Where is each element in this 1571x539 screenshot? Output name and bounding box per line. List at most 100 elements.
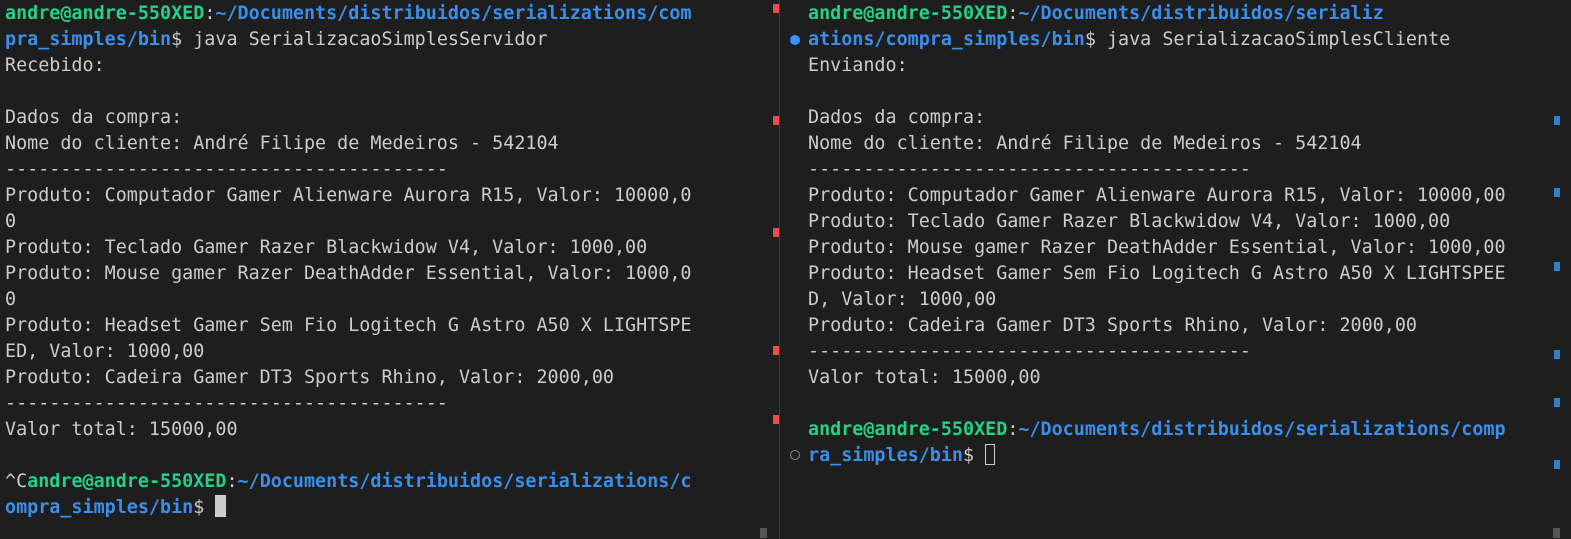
output-text: Produto: Cadeira Gamer DT3 Sports Rhino,… [808, 315, 1417, 336]
terminal-line: D, Valor: 1000,00 [808, 287, 1506, 313]
output-text: ---------------------------------------- [808, 341, 1251, 362]
terminal-line: Nome do cliente: André Filipe de Medeiro… [808, 131, 1506, 157]
output-text: ---------------------------------------- [5, 159, 448, 180]
terminal-line: ---------------------------------------- [5, 157, 692, 183]
output-text: Nome do cliente: André Filipe de Medeiro… [808, 133, 1362, 154]
output-text: Nome do cliente: André Filipe de Medeiro… [5, 133, 559, 154]
prompt-path: ations/compra_simples/bin [808, 29, 1085, 50]
info-marker [1554, 460, 1560, 469]
terminal-line: ---------------------------------------- [808, 157, 1506, 183]
terminal-line: ---------------------------------------- [808, 339, 1506, 365]
output-text: Produto: Mouse gamer Razer DeathAdder Es… [808, 237, 1506, 258]
info-marker [1554, 116, 1560, 125]
prompt-separator: : [204, 3, 216, 24]
info-marker [1554, 350, 1560, 359]
scrollbar-thumb[interactable] [760, 528, 767, 538]
output-text: Enviando: [808, 55, 908, 76]
pane-gutter [760, 0, 780, 539]
terminal-line: ---------------------------------------- [5, 391, 692, 417]
output-text: D, Valor: 1000,00 [808, 289, 997, 310]
prompt-path: ~/Documents/distribuidos/serializations/… [215, 3, 692, 24]
prompt-path: pra_simples/bin [5, 29, 172, 50]
prompt-user: andre@andre-550XED [5, 3, 205, 24]
terminal-line: Produto: Headset Gamer Sem Fio Logitech … [808, 261, 1506, 287]
terminal-line: Dados da compra: [5, 105, 692, 131]
output-text: Produto: Teclado Gamer Razer Blackwidow … [808, 211, 1451, 232]
output-text: ---------------------------------------- [5, 393, 448, 414]
terminal-line: Produto: Computador Gamer Alienware Auro… [5, 183, 692, 209]
terminal-line: 0 [5, 209, 692, 235]
terminal-line: Produto: Teclado Gamer Razer Blackwidow … [5, 235, 692, 261]
info-marker [1554, 398, 1560, 407]
terminal-cursor [985, 444, 996, 465]
info-marker [1554, 262, 1560, 271]
info-marker [1554, 188, 1560, 197]
terminal-line: ra_simples/bin$ [808, 443, 1506, 469]
output-text: Dados da compra: [808, 107, 986, 128]
terminal-line: Produto: Headset Gamer Sem Fio Logitech … [5, 313, 692, 339]
command-text: $ [193, 497, 216, 518]
terminal-line: Recebido: [5, 53, 692, 79]
prompt-path: ~/Documents/distribuidos/serializations/… [1018, 419, 1506, 440]
interrupt-text: ^C [5, 471, 28, 492]
output-text: Produto: Cadeira Gamer DT3 Sports Rhino,… [5, 367, 614, 388]
output-text: Produto: Computador Gamer Alienware Auro… [5, 185, 692, 206]
terminal-line: pra_simples/bin$ java SerializacaoSimple… [5, 27, 692, 53]
terminal-line: andre@andre-550XED:~/Documents/distribui… [808, 1, 1506, 27]
output-text: Produto: Mouse gamer Razer DeathAdder Es… [5, 263, 692, 284]
terminal-line: andre@andre-550XED:~/Documents/distribui… [808, 417, 1506, 443]
prompt-separator: : [1007, 3, 1019, 24]
circle-filled-icon[interactable] [790, 35, 800, 45]
output-text: Produto: Computador Gamer Alienware Auro… [808, 185, 1506, 206]
prompt-path: ~/Documents/distribuidos/serializ [1018, 3, 1384, 24]
terminal-line: Produto: Cadeira Gamer DT3 Sports Rhino,… [5, 365, 692, 391]
terminal-line: Produto: Cadeira Gamer DT3 Sports Rhino,… [808, 313, 1506, 339]
prompt-user: andre@andre-550XED [27, 471, 227, 492]
left-terminal-pane[interactable]: andre@andre-550XED:~/Documents/distribui… [0, 0, 760, 539]
right-terminal-pane[interactable]: andre@andre-550XED:~/Documents/distribui… [780, 0, 1560, 539]
prompt-path: ra_simples/bin [808, 445, 964, 466]
terminal-line: 0 [5, 287, 692, 313]
terminal-line: Valor total: 15000,00 [808, 365, 1506, 391]
command-text: $ java SerializacaoSimplesCliente [1084, 29, 1451, 50]
output-text: Produto: Headset Gamer Sem Fio Logitech … [5, 315, 692, 336]
output-text: Valor total: 15000,00 [5, 419, 238, 440]
terminal-line: ompra_simples/bin$ [5, 495, 692, 521]
output-text: Valor total: 15000,00 [808, 367, 1041, 388]
terminal-line: ^Candre@andre-550XED:~/Documents/distrib… [5, 469, 692, 495]
output-text: Recebido: [5, 55, 105, 76]
terminal-line: andre@andre-550XED:~/Documents/distribui… [5, 1, 692, 27]
terminal-line: ED, Valor: 1000,00 [5, 339, 692, 365]
terminal-line: Produto: Mouse gamer Razer DeathAdder Es… [5, 261, 692, 287]
prompt-user: andre@andre-550XED [808, 419, 1008, 440]
prompt-path: ~/Documents/distribuidos/serializations/… [237, 471, 692, 492]
output-text: Dados da compra: [5, 107, 183, 128]
terminal-cursor [215, 495, 227, 517]
output-text: 0 [5, 211, 17, 232]
output-text: ---------------------------------------- [808, 159, 1251, 180]
terminal-line: Produto: Computador Gamer Alienware Auro… [808, 183, 1506, 209]
terminal-line: Valor total: 15000,00 [5, 417, 692, 443]
scrollbar-thumb[interactable] [1553, 528, 1560, 538]
terminal-line: Nome do cliente: André Filipe de Medeiro… [5, 131, 692, 157]
terminal-line: ations/compra_simples/bin$ java Serializ… [808, 27, 1506, 53]
prompt-separator: : [1007, 419, 1019, 440]
terminal-line: Produto: Mouse gamer Razer DeathAdder Es… [808, 235, 1506, 261]
output-text: 0 [5, 289, 17, 310]
command-text: $ [963, 445, 986, 466]
left-terminal-output[interactable]: andre@andre-550XED:~/Documents/distribui… [5, 1, 692, 521]
terminal-line: Enviando: [808, 53, 1506, 79]
command-text: $ java SerializacaoSimplesServidor [171, 29, 548, 50]
output-text: ED, Valor: 1000,00 [5, 341, 205, 362]
prompt-user: andre@andre-550XED [808, 3, 1008, 24]
terminal-line: Dados da compra: [808, 105, 1506, 131]
prompt-path: ompra_simples/bin [5, 497, 194, 518]
output-text: Produto: Teclado Gamer Razer Blackwidow … [5, 237, 648, 258]
prompt-separator: : [226, 471, 238, 492]
right-terminal-output[interactable]: andre@andre-550XED:~/Documents/distribui… [808, 1, 1506, 469]
circle-hollow-icon[interactable] [790, 450, 800, 460]
